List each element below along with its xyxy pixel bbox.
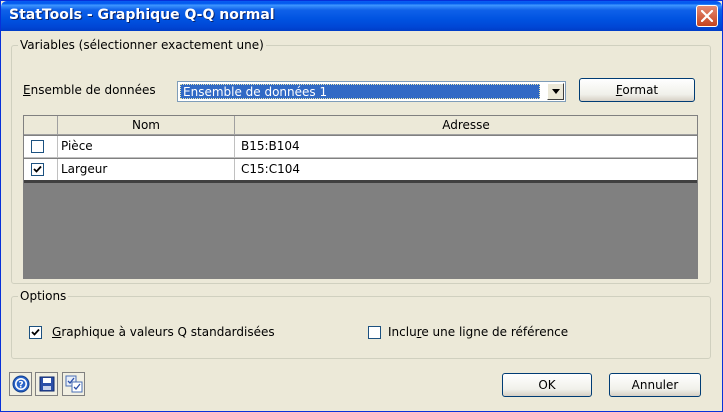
help-button[interactable]: ?: [9, 372, 32, 396]
column-header-address[interactable]: Adresse: [235, 116, 697, 135]
cancel-button[interactable]: Annuler: [609, 373, 701, 397]
close-icon: [701, 10, 713, 22]
row-checkbox-cell[interactable]: [24, 136, 58, 157]
save-button[interactable]: [35, 372, 58, 396]
dialog-window: StatTools - Graphique Q-Q normal Variabl…: [0, 0, 723, 412]
row-address-cell[interactable]: B15:B104: [235, 136, 697, 157]
dataset-selected-value: Ensemble de données 1: [180, 84, 540, 99]
copy-settings-icon: [65, 375, 82, 393]
help-icon: ?: [12, 375, 29, 393]
standardized-label: Graphique à valeurs Q standardisées: [52, 325, 275, 339]
column-header-select[interactable]: [24, 116, 58, 135]
row-checkbox-cell[interactable]: [24, 159, 58, 180]
table-row[interactable]: Largeur C15:C104: [24, 159, 697, 183]
title-bar[interactable]: StatTools - Graphique Q-Q normal: [1, 1, 722, 31]
close-button[interactable]: [696, 5, 718, 27]
options-legend: Options: [20, 289, 67, 303]
dataset-select[interactable]: Ensemble de données 1: [177, 81, 566, 102]
chevron-down-icon: [551, 89, 560, 94]
checkmark-icon: [33, 165, 42, 173]
row-name-cell[interactable]: Pièce: [58, 136, 235, 157]
save-icon: [39, 376, 54, 392]
checkmark-icon: [31, 328, 40, 336]
standardized-checkbox[interactable]: [29, 326, 42, 339]
row-checkbox[interactable]: [31, 140, 44, 153]
svg-text:?: ?: [18, 381, 23, 391]
reference-line-checkbox[interactable]: [368, 326, 381, 339]
copy-settings-button[interactable]: [62, 372, 85, 396]
variables-legend: Variables (sélectionner exactement une): [20, 38, 264, 52]
dataset-label: Ensemble de données: [23, 83, 156, 97]
ok-button[interactable]: OK: [502, 373, 592, 397]
reference-line-label: Inclure une ligne de référence: [388, 325, 569, 339]
row-checkbox[interactable]: [31, 163, 44, 176]
dropdown-arrow-button[interactable]: [547, 83, 564, 100]
row-name-cell[interactable]: Largeur: [58, 159, 235, 180]
row-address-cell[interactable]: C15:C104: [235, 159, 697, 180]
window-title: StatTools - Graphique Q-Q normal: [9, 7, 275, 23]
variables-grid: Nom Adresse Pièce B15:B104 Largeur C15:C…: [23, 115, 698, 279]
table-row[interactable]: Pièce B15:B104: [24, 136, 697, 158]
column-header-name[interactable]: Nom: [58, 116, 235, 135]
grid-header: Nom Adresse: [24, 116, 697, 135]
format-button[interactable]: Format: [579, 78, 695, 102]
options-group: Options: [11, 289, 711, 359]
